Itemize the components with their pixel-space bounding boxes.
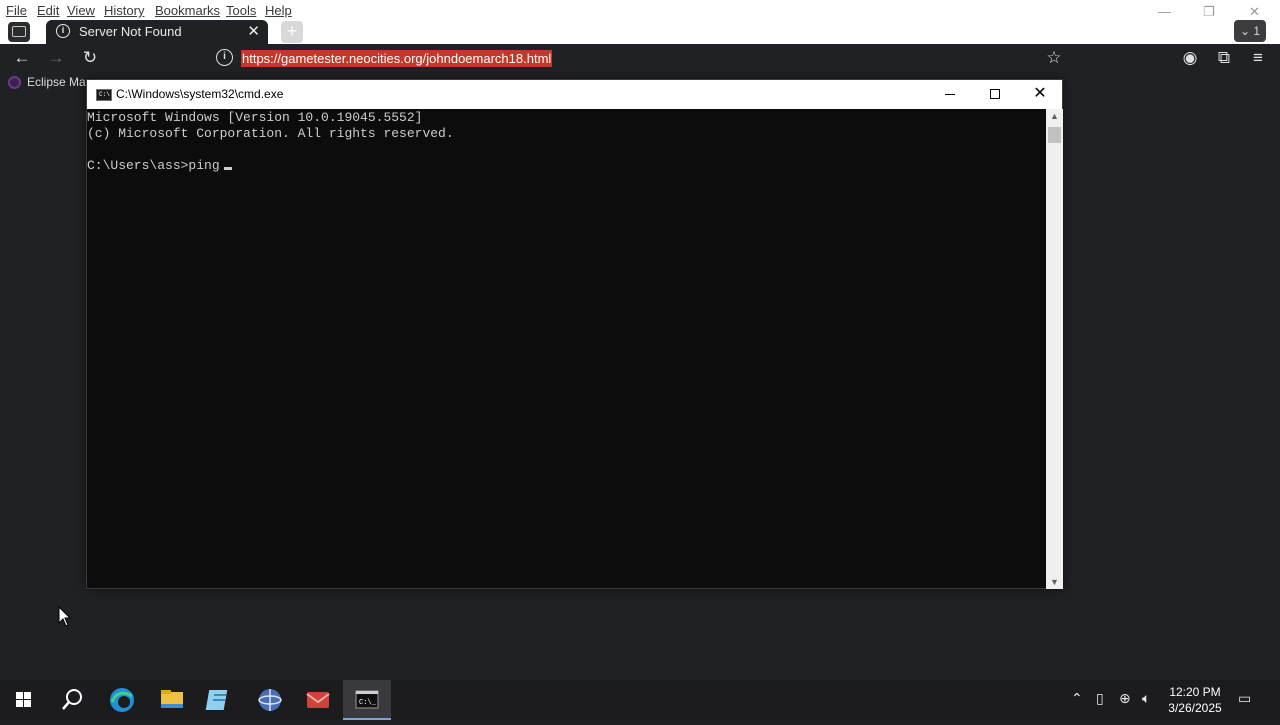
clock[interactable]: 12:20 PM 3/26/2025 xyxy=(1160,684,1230,716)
tab-list-button[interactable] xyxy=(8,22,30,42)
volume-icon[interactable]: 🔈︎ xyxy=(1142,690,1150,707)
menu-view[interactable]: View xyxy=(67,3,95,18)
network-globe-icon[interactable]: ⊕ xyxy=(1119,690,1131,707)
reload-icon[interactable]: ↻ xyxy=(78,46,102,70)
clock-date: 3/26/2025 xyxy=(1168,701,1222,715)
site-info-icon[interactable]: i xyxy=(216,49,233,66)
back-icon[interactable]: ← xyxy=(10,46,34,70)
cmd-icon: C:\_ xyxy=(355,690,379,709)
taskbar-edge[interactable] xyxy=(98,680,146,720)
cmd-maximize-button[interactable] xyxy=(972,80,1018,109)
show-hidden-icons-chevron-up-icon[interactable]: ⌃ xyxy=(1071,690,1083,707)
cmd-window-icon: C:\ xyxy=(96,89,112,101)
browser-restore-icon[interactable]: ❐ xyxy=(1203,4,1215,20)
globe-app-icon xyxy=(258,689,282,711)
menu-hamburger-icon[interactable]: ≡ xyxy=(1246,46,1270,70)
info-icon: i xyxy=(56,24,70,38)
svg-text:C:\_: C:\_ xyxy=(359,699,377,707)
eclipse-icon xyxy=(8,76,21,89)
menu-edit[interactable]: Edit xyxy=(37,3,59,18)
search-button[interactable] xyxy=(48,680,96,720)
forward-icon[interactable]: → xyxy=(44,46,68,70)
tab-list-icon xyxy=(12,26,26,37)
navigation-bar: ← → ↻ i https://gametester.neocities.org… xyxy=(0,44,1280,72)
scroll-thumb[interactable] xyxy=(1048,127,1061,143)
taskbar-notepad[interactable] xyxy=(196,680,244,720)
windows-start-icon xyxy=(16,692,31,707)
console-scrollbar[interactable]: ▲ ▼ xyxy=(1046,109,1063,589)
notification-center-icon[interactable]: ▭ xyxy=(1238,690,1251,707)
minimize-icon xyxy=(945,94,955,95)
cmd-titlebar[interactable]: C:\ C:\Windows\system32\cmd.exe ✕ xyxy=(87,80,1062,109)
menu-help[interactable]: Help xyxy=(265,3,292,18)
tab-count: 1 xyxy=(1253,24,1261,38)
bookmark-star-icon[interactable]: ☆ xyxy=(1042,46,1066,70)
tab-server-not-found[interactable]: i Server Not Found ✕ xyxy=(46,20,268,44)
browser-menubar: File Edit View History Bookmarks Tools H… xyxy=(0,0,1280,20)
menu-tools[interactable]: Tools xyxy=(226,3,256,18)
maximize-icon xyxy=(990,89,1000,99)
file-explorer-icon xyxy=(161,690,183,708)
cmd-window: C:\ C:\Windows\system32\cmd.exe ✕ Micros… xyxy=(86,79,1063,589)
console-line: Microsoft Windows [Version 10.0.19045.55… xyxy=(87,110,423,125)
account-icon[interactable]: ◉ xyxy=(1178,46,1202,70)
taskbar-app[interactable] xyxy=(294,680,342,720)
scroll-down-icon[interactable]: ▼ xyxy=(1050,577,1059,587)
close-icon: ✕ xyxy=(1033,85,1047,102)
console-prompt-line: C:\Users\ass>ping xyxy=(87,158,232,174)
cmd-minimize-button[interactable] xyxy=(927,80,973,109)
search-icon xyxy=(62,689,82,710)
console-line: (c) Microsoft Corporation. All rights re… xyxy=(87,126,454,141)
menu-bookmarks[interactable]: Bookmarks xyxy=(155,3,220,18)
text-cursor xyxy=(223,167,232,170)
extensions-icon[interactable]: ⧉ xyxy=(1212,46,1236,70)
bookmark-eclipse[interactable]: Eclipse Mar xyxy=(27,75,90,89)
menu-file[interactable]: File xyxy=(6,3,27,18)
tab-strip: i Server Not Found ✕ + ⌄ 1 xyxy=(0,20,1280,44)
browser-minimize-icon[interactable]: — xyxy=(1158,4,1171,19)
mouse-pointer-icon xyxy=(58,606,72,627)
edge-icon xyxy=(110,688,134,712)
taskbar-cmd[interactable]: C:\_ xyxy=(343,680,391,720)
chevron-down-icon: ⌄ xyxy=(1239,24,1251,38)
notepad-icon xyxy=(205,690,228,710)
taskbar: C:\_ ⌃ ▯ ⊕ 🔈︎ 12:20 PM 3/26/2025 ▭ xyxy=(0,680,1280,720)
tab-title: Server Not Found xyxy=(79,24,182,39)
tab-close-icon[interactable]: ✕ xyxy=(247,22,260,40)
device-icon[interactable]: ▯ xyxy=(1096,690,1104,707)
console-prompt: C:\Users\ass>ping xyxy=(87,158,220,173)
clock-time: 12:20 PM xyxy=(1169,685,1221,699)
menu-history[interactable]: History xyxy=(104,3,144,18)
browser-close-icon[interactable]: ✕ xyxy=(1249,4,1260,20)
url-bar[interactable]: https://gametester.neocities.org/johndoe… xyxy=(241,50,553,67)
taskbar-file-explorer[interactable] xyxy=(148,680,196,720)
app-icon xyxy=(306,692,330,708)
console-output[interactable]: Microsoft Windows [Version 10.0.19045.55… xyxy=(87,110,1045,588)
taskbar-globe-app[interactable] xyxy=(246,680,294,720)
start-button[interactable] xyxy=(0,680,48,720)
tab-overview-button[interactable]: ⌄ 1 xyxy=(1234,20,1266,42)
scroll-up-icon[interactable]: ▲ xyxy=(1050,111,1059,121)
cmd-window-title: C:\Windows\system32\cmd.exe xyxy=(116,87,284,101)
new-tab-button[interactable]: + xyxy=(281,21,303,43)
cmd-close-button[interactable]: ✕ xyxy=(1017,80,1063,109)
